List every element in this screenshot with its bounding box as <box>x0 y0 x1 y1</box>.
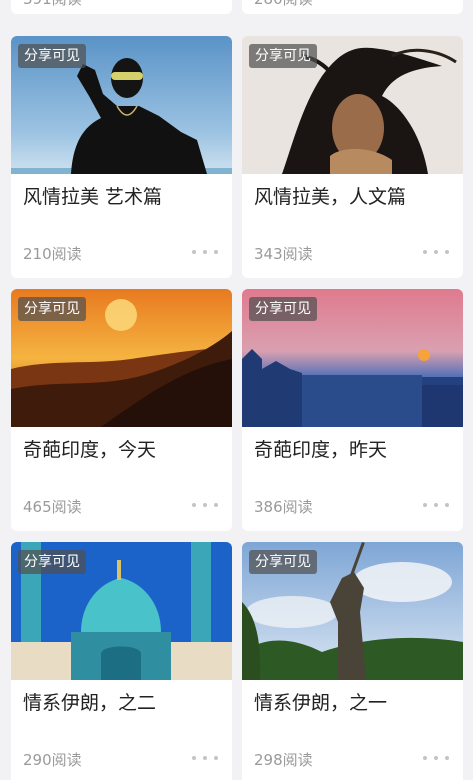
read-count: 391阅读 <box>23 0 82 9</box>
article-title[interactable]: 情系伊朗，之二 <box>23 688 156 715</box>
read-count: 465阅读 <box>23 498 82 516</box>
card-footer: 210阅读 <box>23 241 220 265</box>
read-count: 290阅读 <box>23 751 82 769</box>
card-footer: 343阅读 <box>254 241 451 265</box>
thumbnail-image: 分享可见 <box>11 289 232 427</box>
more-icon[interactable] <box>423 0 449 4</box>
read-count: 386阅读 <box>254 498 313 516</box>
share-visible-badge: 分享可见 <box>18 44 86 68</box>
card-footer: 290阅读 <box>23 747 220 771</box>
article-card[interactable]: 分享可见 风情拉美，人文篇 343阅读 <box>242 36 463 278</box>
article-title[interactable]: 风情拉美 艺术篇 <box>23 182 162 209</box>
article-title[interactable]: 风情拉美，人文篇 <box>254 182 406 209</box>
article-title[interactable]: 奇葩印度，昨天 <box>254 435 387 462</box>
thumbnail-image: 分享可见 <box>242 542 463 680</box>
partial-card-left[interactable]: 391阅读 <box>11 0 232 14</box>
read-count: 210阅读 <box>23 245 82 263</box>
article-card[interactable]: 分享可见 情系伊朗，之一 298阅读 <box>242 542 463 780</box>
more-icon[interactable] <box>192 753 218 763</box>
thumbnail-image: 分享可见 <box>11 36 232 174</box>
read-count: 343阅读 <box>254 245 313 263</box>
more-icon[interactable] <box>423 247 449 257</box>
partial-card-right[interactable]: 280阅读 <box>242 0 463 14</box>
article-card[interactable]: 分享可见 情系伊朗，之二 290阅读 <box>11 542 232 780</box>
share-visible-badge: 分享可见 <box>18 550 86 574</box>
more-icon[interactable] <box>192 0 218 4</box>
card-footer: 465阅读 <box>23 494 220 518</box>
share-visible-badge: 分享可见 <box>249 550 317 574</box>
article-card[interactable]: 分享可见 风情拉美 艺术篇 210阅读 <box>11 36 232 278</box>
more-icon[interactable] <box>192 247 218 257</box>
share-visible-badge: 分享可见 <box>18 297 86 321</box>
article-card[interactable]: 分享可见 奇葩印度，今天 465阅读 <box>11 289 232 531</box>
article-card[interactable]: 分享可见 奇葩印度，昨天 386阅读 <box>242 289 463 531</box>
read-count: 298阅读 <box>254 751 313 769</box>
read-count: 280阅读 <box>254 0 313 9</box>
article-title[interactable]: 情系伊朗，之一 <box>254 688 387 715</box>
thumbnail-image: 分享可见 <box>11 542 232 680</box>
thumbnail-image: 分享可见 <box>242 36 463 174</box>
more-icon[interactable] <box>423 500 449 510</box>
share-visible-badge: 分享可见 <box>249 297 317 321</box>
thumbnail-image: 分享可见 <box>242 289 463 427</box>
share-visible-badge: 分享可见 <box>249 44 317 68</box>
more-icon[interactable] <box>423 753 449 763</box>
card-footer: 298阅读 <box>254 747 451 771</box>
card-footer: 386阅读 <box>254 494 451 518</box>
more-icon[interactable] <box>192 500 218 510</box>
article-title[interactable]: 奇葩印度，今天 <box>23 435 156 462</box>
